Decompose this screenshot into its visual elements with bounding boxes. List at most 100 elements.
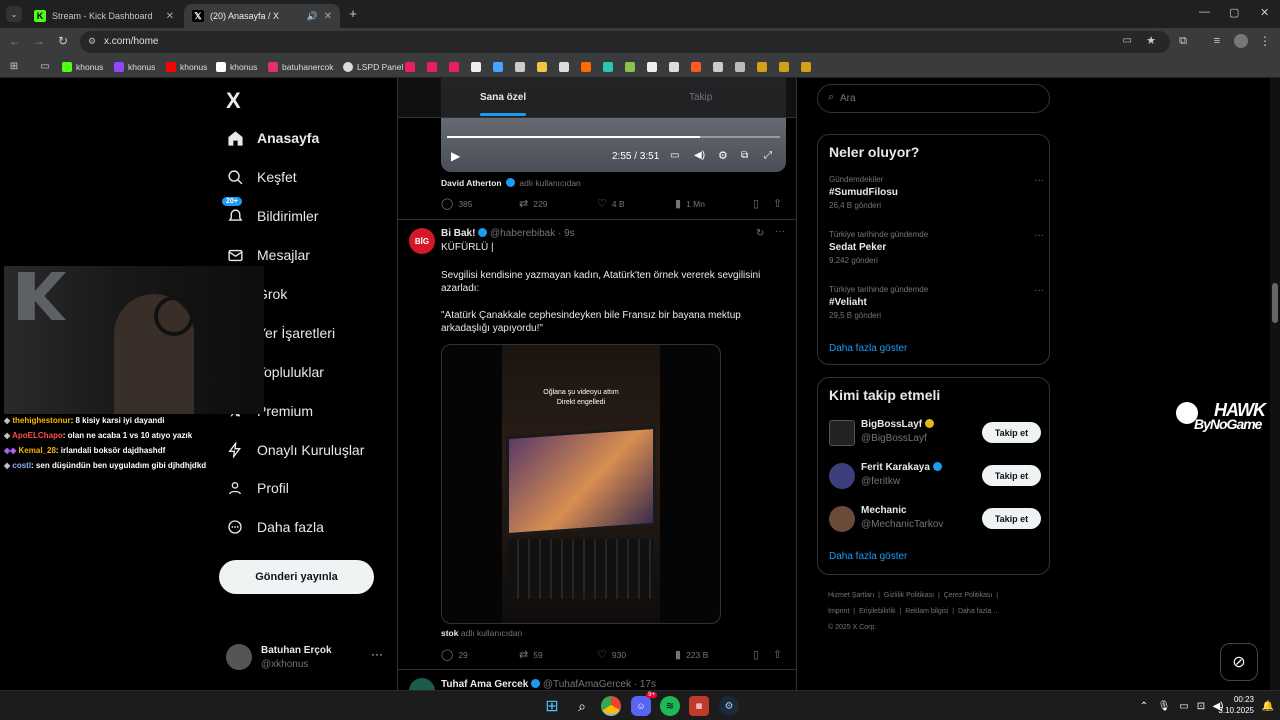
footer-link[interactable]: Reklam bilgisi xyxy=(905,608,948,615)
spotify-icon[interactable]: ≋ xyxy=(660,696,680,716)
show-more-link[interactable]: Daha fazla göster xyxy=(829,551,907,562)
settings-icon[interactable]: ⚙ xyxy=(718,149,728,162)
site-info-icon[interactable]: ⚙ xyxy=(88,36,96,47)
footer-link[interactable]: Erişilebilirlik xyxy=(859,608,896,615)
apps-grid-icon[interactable]: ⊞ xyxy=(8,60,20,72)
views-button[interactable]: ▮ 223 B xyxy=(675,648,708,661)
tab-search-icon[interactable]: ⌄ xyxy=(6,6,22,22)
tab-for-you[interactable]: Sana özel xyxy=(480,92,526,103)
grok-post-icon[interactable]: ↻ xyxy=(756,228,764,239)
maximize-icon[interactable]: ▢ xyxy=(1229,6,1239,19)
minimize-icon[interactable]: — xyxy=(1199,6,1210,18)
footer-link[interactable]: İmprint xyxy=(828,608,849,615)
follow-suggestion[interactable]: BigBossLayf @BigBossLayf Takip et xyxy=(818,418,1051,450)
avatar[interactable] xyxy=(409,678,435,690)
trend-item[interactable]: Türkiye tarihinde gündemde #Veliaht 29,5… xyxy=(829,285,1044,320)
video-progress-bar[interactable] xyxy=(447,136,780,138)
bookmark-icons-row[interactable] xyxy=(405,60,815,74)
attribution-name[interactable]: stok xyxy=(441,628,458,638)
show-more-link[interactable]: Daha fazla göster xyxy=(829,343,907,354)
nav-more[interactable]: Daha fazla xyxy=(226,514,324,540)
volume-icon[interactable]: ◀) xyxy=(694,150,705,161)
repost-button[interactable]: ⇄ 59 xyxy=(519,648,543,661)
author-handle[interactable]: @haberebibak xyxy=(490,228,555,239)
extensions-icon[interactable]: ⧉ xyxy=(1176,34,1190,48)
nav-home[interactable]: Anasayfa xyxy=(226,125,319,151)
discord-icon[interactable]: ☺ 9+ xyxy=(631,692,657,716)
play-icon[interactable]: ▶ xyxy=(451,149,460,163)
nav-explore[interactable]: Keşfet xyxy=(226,164,297,190)
profile-avatar-icon[interactable] xyxy=(1234,34,1248,48)
star-icon[interactable]: ★ xyxy=(1146,34,1156,47)
more-dots-icon[interactable]: ··· xyxy=(1034,230,1044,241)
captions-icon[interactable]: ▭ xyxy=(670,150,679,161)
tab-x-home[interactable]: 𝕏 (20) Anasayfa / X 🔊 ✕ xyxy=(184,4,340,28)
follow-button[interactable]: Takip et xyxy=(982,465,1041,486)
repost-button[interactable]: ⇄ 229 xyxy=(519,197,547,210)
author-name[interactable]: Bi Bak! xyxy=(441,228,475,239)
bookmark-instagram[interactable]: batuhanercok xyxy=(268,60,334,74)
bookmark-kick[interactable]: khonus xyxy=(62,60,103,74)
search-input[interactable]: ⌕ Ara xyxy=(817,84,1050,113)
scrollbar-thumb[interactable] xyxy=(1272,283,1278,323)
avatar[interactable]: BİG xyxy=(409,228,435,254)
bookmark-button[interactable]: ▯ xyxy=(753,197,764,210)
tab-kick-dashboard[interactable]: K Stream - Kick Dashboard ✕ xyxy=(26,4,182,28)
x-logo[interactable]: X xyxy=(226,88,241,114)
reload-icon[interactable]: ↻ xyxy=(56,34,70,48)
follow-button[interactable]: Takip et xyxy=(982,422,1041,443)
share-button[interactable]: ⇧ xyxy=(773,648,787,661)
footer-link[interactable]: Çerez Politikası xyxy=(944,592,993,599)
follow-button[interactable]: Takip et xyxy=(982,508,1041,529)
close-tab-icon[interactable]: ✕ xyxy=(166,11,174,22)
footer-link[interactable]: Hizmet Şartları xyxy=(828,592,874,599)
close-tab-icon[interactable]: ✕ xyxy=(324,11,332,22)
trend-item[interactable]: Türkiye tarihinde gündemde Sedat Peker 9… xyxy=(829,230,1044,265)
notification-bell-icon[interactable]: 🔔 xyxy=(1258,696,1278,716)
bookmark-button[interactable]: ▯ xyxy=(753,648,764,661)
new-tab-icon[interactable]: + xyxy=(346,6,360,21)
more-dots-icon[interactable]: ··· xyxy=(1034,175,1044,186)
scrollbar-track[interactable] xyxy=(1270,78,1280,690)
post-video[interactable]: Oğlana şu videoyu attım Direkt engelledi xyxy=(441,344,721,624)
author-handle[interactable]: @TuhafAmaGercek xyxy=(543,679,631,690)
bookmark-lspd[interactable]: LSPD Panel xyxy=(343,60,403,74)
like-button[interactable]: ♡ 4 B xyxy=(597,197,625,210)
nav-messages[interactable]: Mesajlar xyxy=(226,242,310,268)
search-icon[interactable]: ⌕ xyxy=(572,696,592,716)
folder-icon[interactable]: ▭ xyxy=(38,60,52,72)
start-icon[interactable]: ⊞ xyxy=(542,696,562,716)
bookmark-x[interactable]: khonus xyxy=(216,60,257,74)
nav-verified-orgs[interactable]: Onaylı Kuruluşlar xyxy=(226,437,364,463)
trend-item[interactable]: Gündemdekiler #SumudFilosu 26,4 B gönder… xyxy=(829,175,1044,210)
like-button[interactable]: ♡ 930 xyxy=(597,648,626,661)
views-button[interactable]: ▮ 1 Mn xyxy=(675,197,705,210)
steam-icon[interactable]: ⚙ xyxy=(719,696,739,716)
more-dots-icon[interactable]: ··· xyxy=(1034,285,1044,296)
nav-profile[interactable]: Profil xyxy=(226,475,289,501)
forward-icon[interactable]: → xyxy=(32,34,46,48)
clock[interactable]: 00:23 3.10.2025 xyxy=(1214,694,1254,716)
menu-dots-icon[interactable]: ⋮ xyxy=(1258,34,1272,48)
speaker-icon[interactable]: 🔊 xyxy=(307,11,318,22)
grok-floating-button[interactable]: ⊘ xyxy=(1220,643,1258,681)
close-window-icon[interactable]: ✕ xyxy=(1260,6,1269,19)
bookmark-youtube[interactable]: khonus xyxy=(166,60,207,74)
popout-icon[interactable]: ⧉ xyxy=(741,150,748,161)
mic-icon[interactable]: 🎙 xyxy=(1154,696,1174,716)
share-button[interactable]: ⇧ xyxy=(773,197,787,210)
tab-following[interactable]: Takip xyxy=(689,92,712,103)
media-app-icon[interactable]: ▦ xyxy=(689,696,709,716)
chrome-icon[interactable] xyxy=(601,696,621,716)
attribution-name[interactable]: David Atherton xyxy=(441,178,502,188)
post-bibak[interactable]: BİG Bi Bak! @haberebibak · 9s ↻ ··· KÜFÜ… xyxy=(398,220,796,670)
bookmark-twitch[interactable]: khonus xyxy=(114,60,155,74)
nav-notifications[interactable]: 20+ Bildirimler xyxy=(222,197,318,229)
back-icon[interactable]: ← xyxy=(8,34,22,48)
account-switcher[interactable]: Batuhan Erçok @xkhonus ··· xyxy=(226,642,386,674)
reply-button[interactable]: ◯ 29 xyxy=(441,648,468,661)
fullscreen-icon[interactable]: ⤢ xyxy=(764,150,772,161)
tray-chevron-icon[interactable]: ⌃ xyxy=(1134,696,1154,716)
media-icon[interactable]: ≡ xyxy=(1210,34,1224,48)
follow-suggestion[interactable]: Ferit Karakaya @feritkw Takip et xyxy=(818,461,1051,493)
